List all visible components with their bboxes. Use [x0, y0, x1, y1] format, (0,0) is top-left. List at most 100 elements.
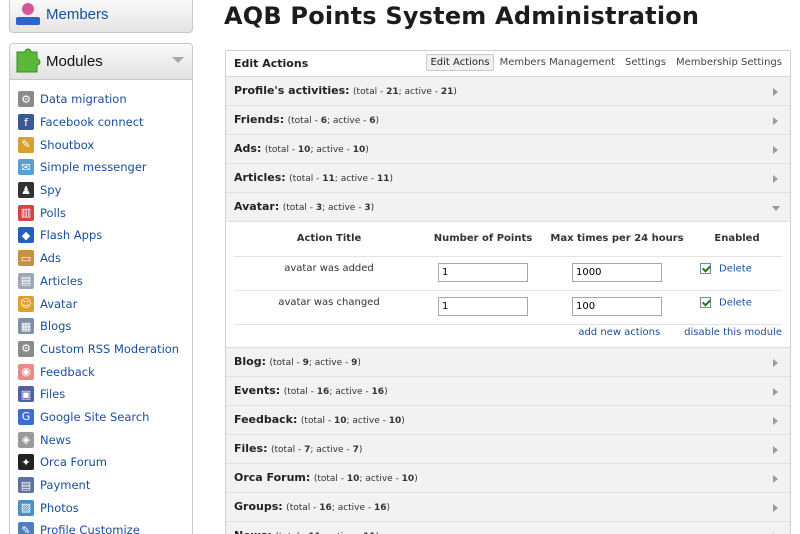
page-title: AQB Points System Administration	[224, 2, 700, 30]
members-menu[interactable]: Members	[9, 0, 193, 33]
tab-settings[interactable]: Settings	[621, 54, 670, 71]
points-input[interactable]	[438, 296, 528, 316]
module-item[interactable]: ▣ Files	[10, 383, 192, 406]
module-label: Feedback	[40, 364, 95, 379]
feedback-icon: ◉	[18, 363, 34, 380]
section-name: Events	[234, 384, 276, 397]
section-name: Articles	[234, 171, 282, 184]
module-item[interactable]: ♟ Spy	[10, 179, 192, 202]
modules-header[interactable]: Modules	[10, 44, 192, 80]
disable-module-link[interactable]: disable this module	[684, 327, 782, 338]
orca-icon: ✦	[18, 454, 34, 471]
module-item[interactable]: ✎ Shoutbox	[10, 133, 192, 156]
max-times-input[interactable]	[572, 296, 662, 316]
section-counts: (total - 21; active - 21)	[353, 87, 457, 97]
module-item[interactable]: ▨ Photos	[10, 496, 192, 519]
tab-membership-settings[interactable]: Membership Settings	[672, 54, 786, 71]
section-row-profile-s-activities[interactable]: Profile's activities: (total - 21; activ…	[226, 77, 790, 106]
delete-link[interactable]: Delete	[719, 263, 752, 274]
module-item[interactable]: ⚙ Custom RSS Moderation	[10, 338, 192, 361]
section-row-events[interactable]: Events: (total - 16; active - 16)	[226, 377, 790, 406]
module-item[interactable]: ◆ Flash Apps	[10, 224, 192, 247]
section-row-news[interactable]: News: (total - 11; active - 11)	[226, 522, 790, 534]
module-label: Photos	[40, 500, 79, 515]
expand-arrow-icon[interactable]	[773, 417, 778, 425]
payment-icon: ▤	[18, 477, 34, 494]
chevron-down-icon[interactable]	[172, 57, 184, 63]
module-item[interactable]: ✉ Simple messenger	[10, 156, 192, 179]
section-counts: (total - 6; active - 6)	[287, 116, 379, 126]
module-label: Data migration	[40, 92, 127, 107]
section-counts: (total - 10; active - 10)	[313, 474, 418, 484]
document-icon: ▤	[18, 272, 34, 289]
section-counts: (total - 10; active - 10)	[264, 145, 369, 155]
modules-list: ⚙ Data migration f Facebook connect ✎ Shoutbo…	[10, 80, 192, 534]
actions-table: Action Title Number of Points Max times …	[234, 222, 782, 325]
section-row-orca-forum[interactable]: Orca Forum: (total - 10; active - 10)	[226, 464, 790, 493]
section-name: Blog	[234, 355, 262, 368]
module-item[interactable]: G Google Site Search	[10, 406, 192, 429]
col-action-title: Action Title	[296, 233, 362, 245]
module-item[interactable]: ▤ Articles	[10, 270, 192, 293]
section-row-friends[interactable]: Friends: (total - 6; active - 6)	[226, 106, 790, 135]
module-item[interactable]: ⚙ Data migration	[10, 88, 192, 111]
module-item[interactable]: f Facebook connect	[10, 111, 192, 134]
module-item[interactable]: ✎ Profile Customize	[10, 519, 192, 534]
sidebar: Members Modules ⚙ Data migration f Facebook…	[9, 0, 193, 534]
expand-arrow-icon[interactable]	[773, 446, 778, 454]
module-label: Shoutbox	[40, 137, 95, 152]
gear-icon: ⚙	[18, 91, 34, 108]
gear-icon: ⚙	[18, 340, 34, 357]
expand-arrow-icon[interactable]	[773, 117, 778, 125]
module-item[interactable]: ▥ Polls	[10, 201, 192, 224]
section-name: Groups	[234, 500, 279, 513]
section-row-ads[interactable]: Ads: (total - 10; active - 10)	[226, 135, 790, 164]
module-label: Facebook connect	[40, 115, 144, 130]
add-new-actions-link[interactable]: add new actions	[578, 327, 660, 338]
expand-arrow-icon[interactable]	[773, 504, 778, 512]
photos-icon: ▨	[18, 499, 34, 516]
module-label: Payment	[40, 478, 91, 493]
section-row-files[interactable]: Files: (total - 7; active - 7)	[226, 435, 790, 464]
module-item[interactable]: ✦ Orca Forum	[10, 451, 192, 474]
delete-link[interactable]: Delete	[719, 297, 752, 308]
module-item[interactable]: ▭ Ads	[10, 247, 192, 270]
section-counts: (total - 10; active - 10)	[300, 416, 405, 426]
expand-arrow-icon[interactable]	[773, 359, 778, 367]
enabled-checkbox[interactable]	[700, 296, 711, 308]
module-item[interactable]: ◉ Feedback	[10, 360, 192, 383]
section-row-avatar[interactable]: Avatar: (total - 3; active - 3)	[226, 193, 790, 222]
section-row-blog[interactable]: Blog: (total - 9; active - 9)	[226, 348, 790, 377]
module-item[interactable]: ▤ Payment	[10, 474, 192, 497]
module-item[interactable]: ▦ Blogs	[10, 315, 192, 338]
news-tag-icon: ◈	[18, 431, 34, 448]
section-name: Files	[234, 442, 264, 455]
tab-edit-actions[interactable]: Edit Actions	[426, 54, 494, 71]
section-row-feedback[interactable]: Feedback: (total - 10; active - 10)	[226, 406, 790, 435]
tab-members-management[interactable]: Members Management	[496, 54, 619, 71]
section-row-groups[interactable]: Groups: (total - 16; active - 16)	[226, 493, 790, 522]
points-input[interactable]	[438, 262, 528, 282]
module-label: Custom RSS Moderation	[40, 341, 180, 356]
col-enabled: Enabled	[714, 233, 760, 245]
expand-arrow-icon[interactable]	[773, 175, 778, 183]
module-label: Ads	[40, 251, 61, 266]
expand-arrow-icon[interactable]	[773, 475, 778, 483]
max-times-input[interactable]	[572, 262, 662, 282]
expand-arrow-icon[interactable]	[773, 146, 778, 154]
puzzle-icon	[16, 48, 41, 73]
module-item[interactable]: ◈ News	[10, 428, 192, 451]
section-name: Profile's activities	[234, 84, 346, 97]
module-item[interactable]: ☺ Avatar	[10, 292, 192, 315]
section-row-articles[interactable]: Articles: (total - 11; active - 11)	[226, 164, 790, 193]
edit-actions-panel: Edit Actions Edit Actions Members Managem…	[225, 50, 791, 534]
collapse-arrow-icon[interactable]	[772, 206, 780, 211]
expand-arrow-icon[interactable]	[773, 88, 778, 96]
ads-icon: ▭	[18, 250, 34, 267]
enabled-checkbox[interactable]	[700, 262, 711, 274]
expand-arrow-icon[interactable]	[773, 388, 778, 396]
chat-bubble-icon: ✉	[18, 159, 34, 176]
section-name: Avatar	[234, 200, 275, 213]
modules-panel: Modules ⚙ Data migration f Facebook connect…	[9, 43, 193, 534]
table-row: avatar was added Delete	[234, 255, 782, 290]
